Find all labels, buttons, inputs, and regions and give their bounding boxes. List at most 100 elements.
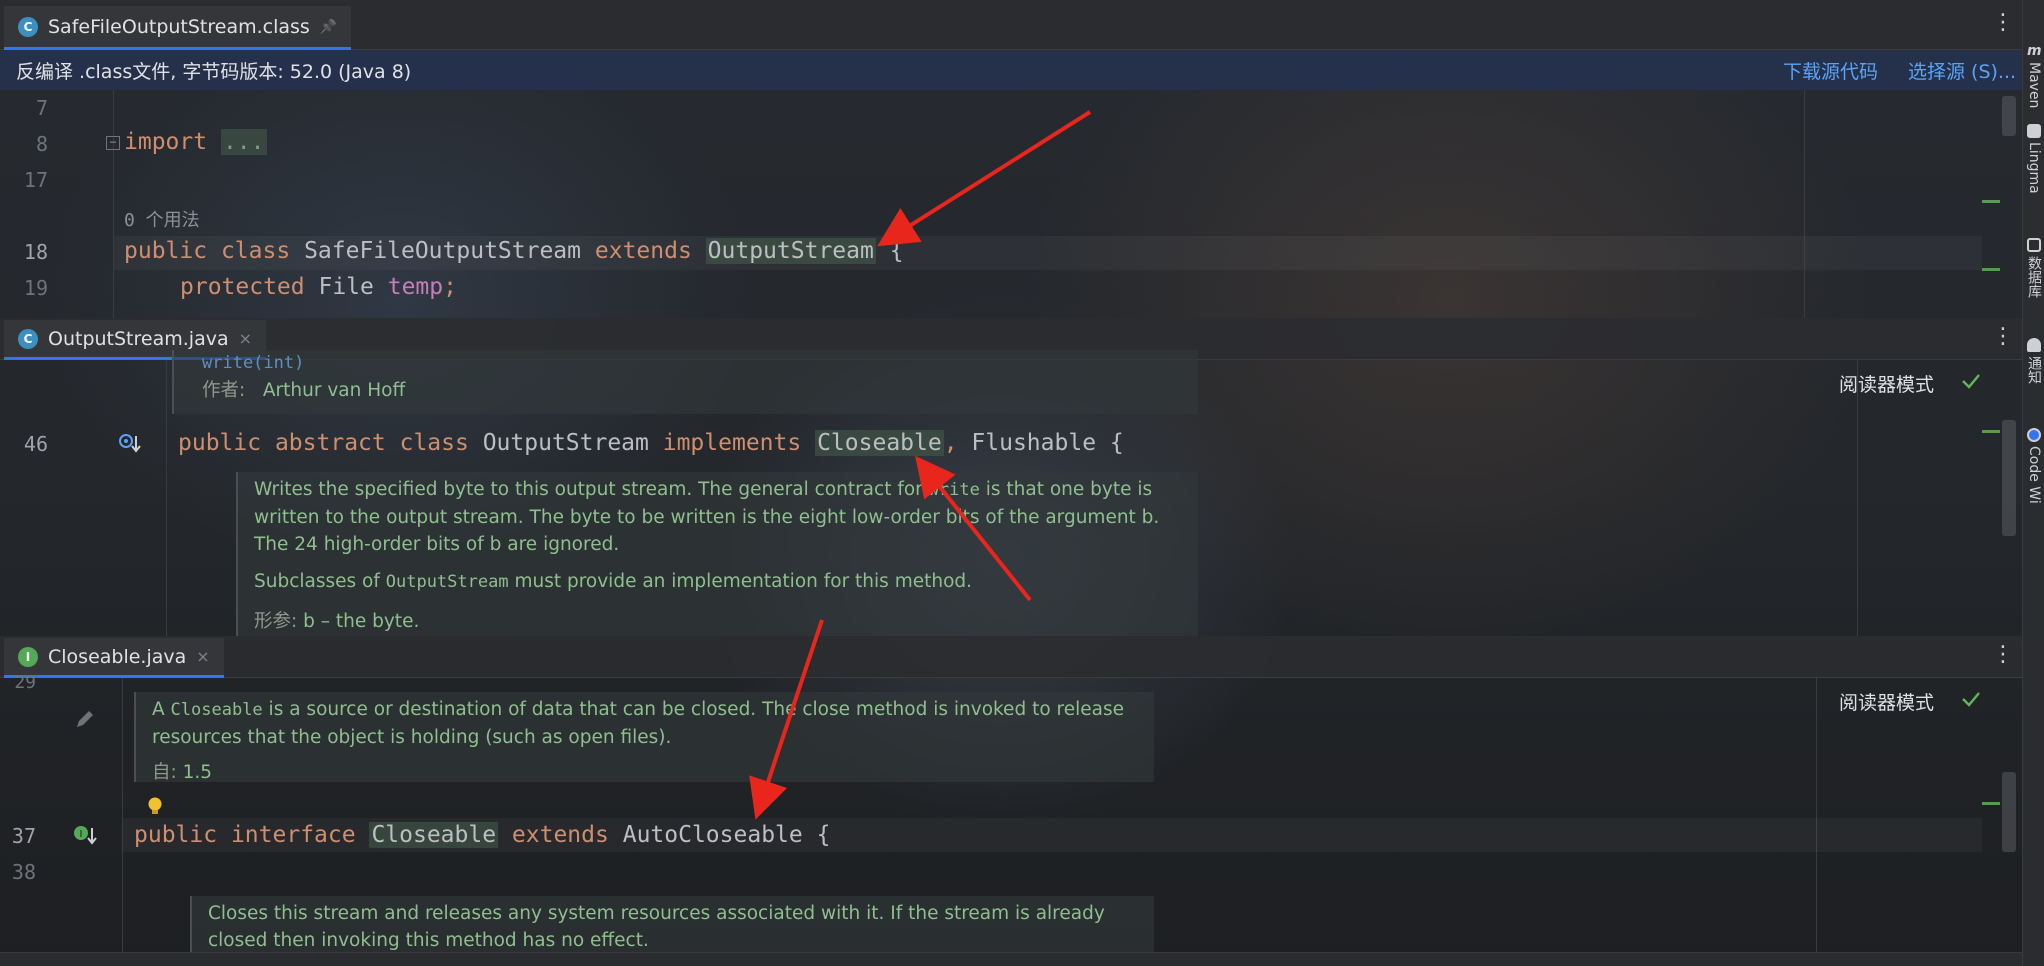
right-margin-guide (1816, 678, 1817, 952)
close-icon[interactable]: × (239, 329, 252, 348)
status-bar (0, 952, 2022, 966)
implemented-icon[interactable] (118, 432, 142, 456)
field-declaration: protected File temp; (180, 274, 457, 300)
line-number: 46 (23, 432, 48, 456)
right-margin-guide (1804, 90, 1805, 318)
check-icon[interactable] (1960, 370, 1982, 392)
change-marker (1982, 268, 2000, 271)
closeable-name[interactable]: Closeable (369, 822, 499, 848)
change-marker (1982, 430, 2000, 433)
editor-outputstream: C OutputStream.java × ⋮ write(int) 作者: A… (0, 318, 2022, 636)
editor1-scrollbar[interactable] (2002, 96, 2016, 136)
doc-closeable-block: A Closeable is a source or destination o… (134, 692, 1154, 783)
maven-label: Maven (2026, 62, 2042, 109)
implemented-icon[interactable]: I (72, 824, 98, 848)
doc-close-block: Closes this stream and releases any syst… (190, 896, 1154, 952)
decompiled-banner: 反编译 .class文件, 字节码版本: 52.0 (Java 8) 下载源代码… (0, 50, 2022, 90)
doc-line: resources that the object is holding (su… (152, 727, 672, 748)
doc-author-block: write(int) 作者: Arthur van Hoff (172, 350, 1198, 414)
usages-hint[interactable]: 0 个用法 (124, 206, 200, 232)
interface-declaration: public interface Closeable extends AutoC… (134, 822, 831, 848)
tab-label: OutputStream.java (48, 327, 229, 350)
ide-window: C SafeFileOutputStream.class 📌 ⋮ 反编译 .cl… (0, 0, 2044, 966)
maven-icon: m (2027, 43, 2042, 59)
closeable-ref[interactable]: Closeable (815, 430, 944, 456)
choose-source-link[interactable]: 选择源 (S)... (1908, 57, 2016, 84)
more-icon[interactable]: ⋮ (1992, 12, 2014, 34)
lingma-icon (2027, 124, 2041, 138)
tab-closeable[interactable]: I Closeable.java × (4, 638, 224, 678)
change-marker (1982, 802, 2000, 805)
outputstream-ref[interactable]: OutputStream (705, 238, 876, 264)
fold-icon[interactable]: − (106, 136, 120, 150)
notifications-label: 通知 (2026, 356, 2042, 384)
svg-text:I: I (80, 829, 83, 840)
editor3-code[interactable]: 29 阅读器模式 A Closeable is a source or dest… (0, 672, 2022, 952)
gutter-separator (122, 678, 123, 952)
database-icon (2027, 238, 2041, 252)
close-icon[interactable]: × (196, 647, 209, 666)
tab-label: SafeFileOutputStream.class (48, 15, 310, 38)
doc-param: 形参: b – the byte. (254, 611, 420, 632)
editor1-tabbar: C SafeFileOutputStream.class 📌 ⋮ (0, 0, 2022, 50)
lingma-tool-button[interactable]: Lingma (2023, 124, 2044, 194)
editor-safefileoutputstream: C SafeFileOutputStream.class 📌 ⋮ 反编译 .cl… (0, 0, 2022, 318)
editor2-scrollbar[interactable] (2002, 420, 2016, 536)
interface-icon: I (18, 646, 38, 667)
notifications-tool-button[interactable]: 通知 (2023, 338, 2044, 384)
notification-icon (2027, 338, 2041, 352)
class-icon: C (18, 16, 38, 37)
tab-safefileoutputstream[interactable]: C SafeFileOutputStream.class 📌 (4, 6, 352, 50)
more-icon[interactable]: ⋮ (1992, 644, 2014, 666)
line-number: 37 (11, 824, 36, 848)
maven-tool-button[interactable]: m Maven (2023, 44, 2044, 108)
doc-line: The 24 high-order bits of b are ignored. (254, 534, 620, 555)
tab-label: Closeable.java (48, 645, 187, 668)
line-number: 19 (23, 276, 48, 300)
code-with-me-label: Code Wi (2026, 446, 2042, 504)
doc-write-block: Writes the specified byte to this output… (236, 472, 1198, 636)
editor3-scrollbar[interactable] (2002, 772, 2016, 852)
line-number: 7 (35, 96, 48, 120)
doc-line: Closes this stream and releases any syst… (208, 903, 1105, 924)
database-label: 数据库 (2026, 256, 2042, 298)
code-with-me-tool-button[interactable]: Code Wi (2023, 428, 2044, 504)
class-declaration: public abstract class OutputStream imple… (178, 430, 1124, 456)
doc-paragraph: Writes the specified byte to this output… (254, 479, 1153, 500)
pin-icon[interactable]: 📌 (320, 19, 337, 35)
doc-line: closed then invoking this method has no … (208, 930, 649, 951)
reader-mode-toggle[interactable]: 阅读器模式 (1839, 688, 1934, 715)
change-marker (1982, 200, 2000, 203)
database-tool-button[interactable]: 数据库 (2023, 238, 2044, 298)
line-number: 8 (35, 132, 48, 156)
class-declaration: public class SafeFileOutputStream extend… (124, 238, 904, 264)
doc-since: 自: 1.5 (152, 762, 213, 783)
gutter-separator (166, 360, 167, 636)
gutter-separator (113, 90, 114, 318)
doc-line: written to the output stream. The byte t… (254, 507, 1160, 528)
editor-closeable: I Closeable.java × ⋮ 29 阅读器模式 A Closeabl… (0, 636, 2022, 952)
lingma-label: Lingma (2026, 142, 2042, 194)
line-number: 17 (23, 168, 48, 192)
editor1-code[interactable]: 7 8 17 18 19 − import ... 0 个用法 public c… (0, 90, 2022, 318)
doc-paragraph: Subclasses of OutputStream must provide … (254, 571, 973, 592)
bulb-icon[interactable] (146, 796, 164, 816)
doc-paragraph: A Closeable is a source or destination o… (152, 699, 1124, 720)
import-line: import ... (124, 129, 267, 155)
line-number: 18 (23, 240, 48, 264)
download-source-link[interactable]: 下载源代码 (1783, 57, 1878, 84)
check-icon[interactable] (1960, 688, 1982, 710)
more-icon[interactable]: ⋮ (1992, 326, 2014, 348)
code-with-me-icon (2027, 428, 2041, 442)
right-tool-strip: m Maven Lingma 数据库 通知 Code Wi (2022, 0, 2044, 966)
editor3-tabbar: I Closeable.java × ⋮ (0, 636, 2022, 678)
line-number: 38 (11, 860, 36, 884)
reader-mode-toggle[interactable]: 阅读器模式 (1839, 370, 1934, 397)
editor2-code[interactable]: write(int) 作者: Arthur van Hoff 阅读器模式 46 … (0, 350, 2022, 636)
line-number: 29 (14, 672, 36, 693)
class-icon: C (18, 328, 38, 349)
banner-text: 反编译 .class文件, 字节码版本: 52.0 (Java 8) (16, 60, 412, 83)
right-margin-guide (1857, 360, 1858, 636)
edit-icon[interactable] (74, 708, 96, 730)
import-fold[interactable]: ... (220, 129, 267, 155)
